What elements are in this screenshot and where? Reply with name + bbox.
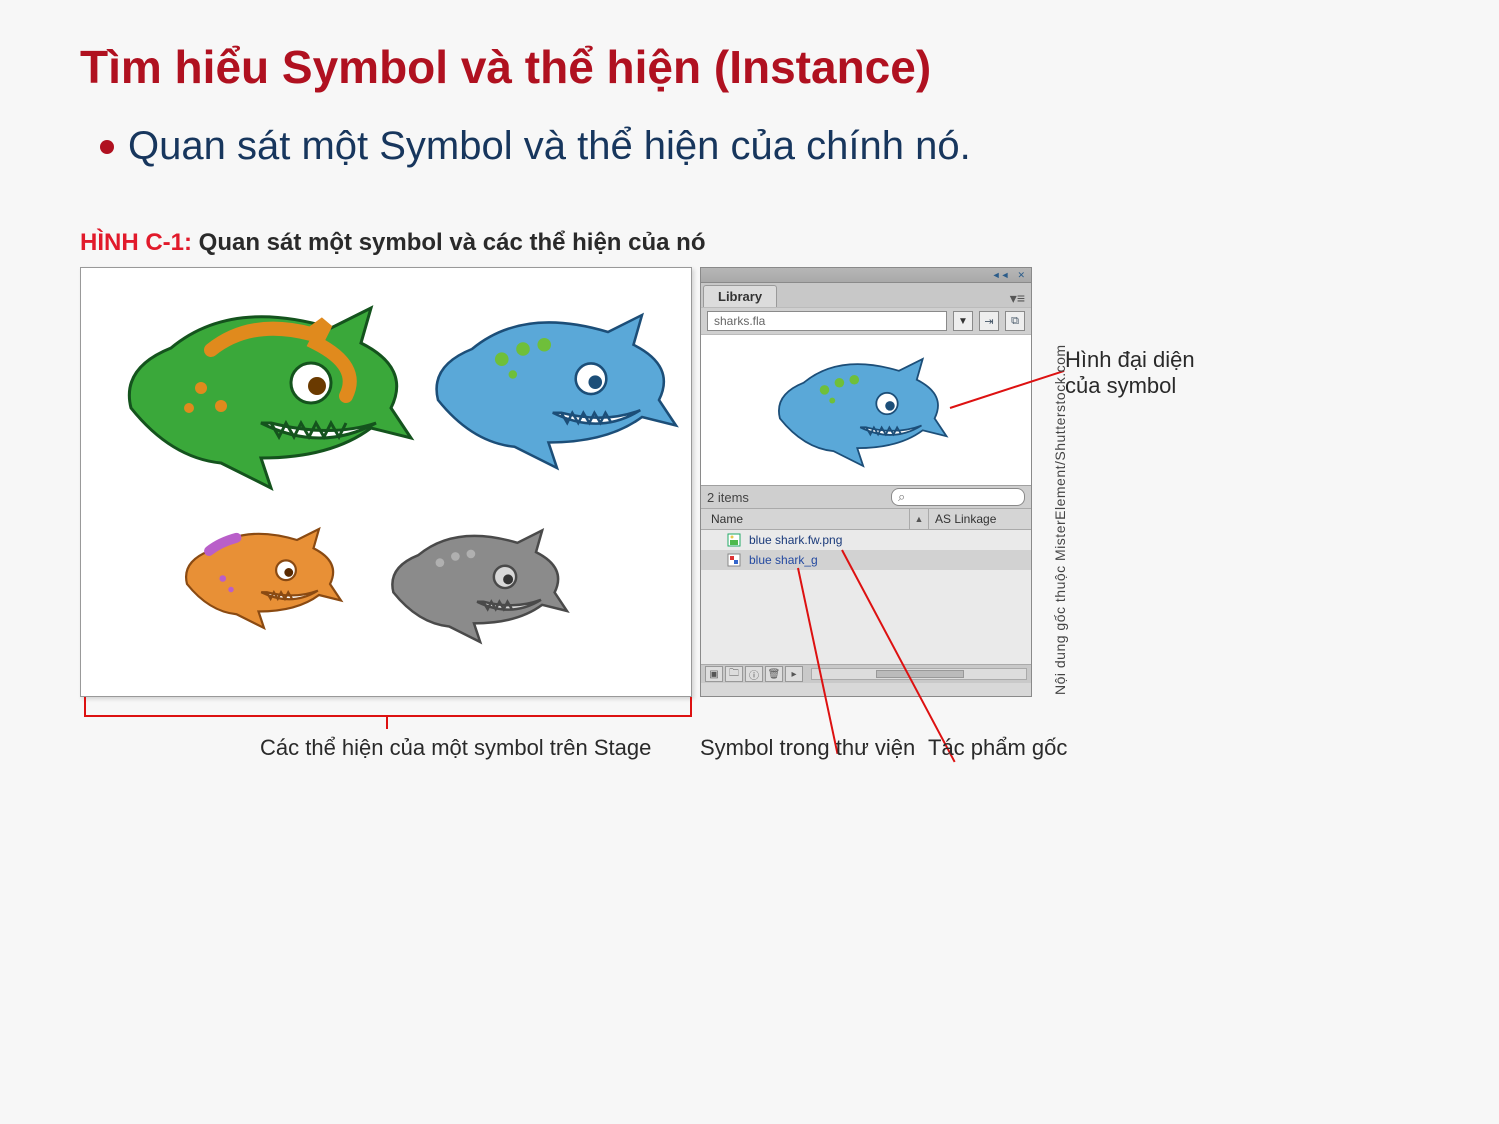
pin-library-icon[interactable]: ⇥: [979, 311, 999, 331]
close-icon[interactable]: ✕: [1017, 271, 1025, 280]
bitmap-icon: [727, 533, 741, 547]
library-column-headers: Name ▲ AS Linkage: [701, 509, 1031, 530]
library-panel: ◄◄ ✕ Library ▾≡ sharks.fla ▼ ⇥ ⧉: [700, 267, 1032, 697]
new-folder-icon[interactable]: 🗀: [725, 666, 743, 682]
document-name-field[interactable]: sharks.fla: [707, 311, 947, 331]
items-count-label: 2 items: [707, 490, 749, 505]
figure-wrap: ◄◄ ✕ Library ▾≡ sharks.fla ▼ ⇥ ⧉: [80, 267, 1420, 787]
column-linkage-header[interactable]: AS Linkage: [929, 509, 1031, 529]
bullet-dot-icon: [100, 140, 114, 154]
stage-area: [80, 267, 692, 697]
library-search-input[interactable]: ⌕: [891, 488, 1025, 506]
panel-topbar: ◄◄ ✕: [701, 268, 1031, 283]
library-item-label: blue shark.fw.png: [749, 533, 842, 547]
column-name-header[interactable]: Name: [701, 509, 910, 529]
figure-caption: HÌNH C-1: Quan sát một symbol và các thể…: [80, 229, 1419, 257]
panel-bottom-toolbar: ▣ 🗀 ⓘ 🗑 ▸: [701, 664, 1031, 683]
library-item-label: blue shark_g: [749, 553, 818, 567]
image-credit: Nội dung gốc thuộc MisterElement/Shutter…: [1052, 344, 1068, 695]
properties-icon[interactable]: ⓘ: [745, 666, 763, 682]
delete-icon[interactable]: 🗑: [765, 666, 783, 682]
horizontal-scrollbar[interactable]: [811, 668, 1027, 680]
library-item[interactable]: blue shark_g: [701, 550, 1031, 570]
panel-file-row: sharks.fla ▼ ⇥ ⧉: [701, 307, 1031, 335]
collapse-icon[interactable]: ◄◄: [992, 271, 1010, 280]
panel-tab-row: Library ▾≡: [701, 283, 1031, 307]
annotation-artwork: Tác phẩm gốc: [928, 735, 1067, 761]
bullet-text: Quan sát một Symbol và thể hiện của chín…: [128, 124, 971, 169]
symbol-preview: [701, 335, 1031, 486]
panel-options-icon[interactable]: ▾≡: [1010, 290, 1025, 307]
document-dropdown-icon[interactable]: ▼: [953, 311, 973, 331]
annotation-stage: Các thể hiện của một symbol trên Stage: [260, 735, 651, 761]
search-icon: ⌕: [898, 489, 905, 505]
items-count-row: 2 items ⌕: [701, 486, 1031, 509]
new-library-icon[interactable]: ⧉: [1005, 311, 1025, 331]
bracket-stage: [84, 697, 692, 717]
new-symbol-icon[interactable]: ▣: [705, 666, 723, 682]
annotation-preview: Hình đại diện của symbol: [1065, 347, 1195, 399]
bracket-stage-stem: [386, 715, 388, 729]
annotation-symbol: Symbol trong thư viện: [700, 735, 915, 761]
page-title: Tìm hiểu Symbol và thể hiện (Instance): [80, 40, 1419, 94]
annotation-preview-line1: Hình đại diện: [1065, 347, 1195, 373]
figure-description: Quan sát một symbol và các thể hiện của …: [199, 229, 706, 256]
play-icon[interactable]: ▸: [785, 666, 803, 682]
figure-code: HÌNH C-1:: [80, 229, 192, 256]
annotation-preview-line2: của symbol: [1065, 373, 1195, 399]
library-tab[interactable]: Library: [703, 285, 777, 307]
stage-sharks-svg: [81, 268, 691, 696]
library-item[interactable]: blue shark.fw.png: [701, 530, 1031, 550]
sort-arrow-icon[interactable]: ▲: [910, 509, 929, 529]
graphic-symbol-icon: [727, 553, 741, 567]
preview-shark-svg: [736, 340, 996, 480]
bullet-row: Quan sát một Symbol và thể hiện của chín…: [100, 124, 1419, 169]
